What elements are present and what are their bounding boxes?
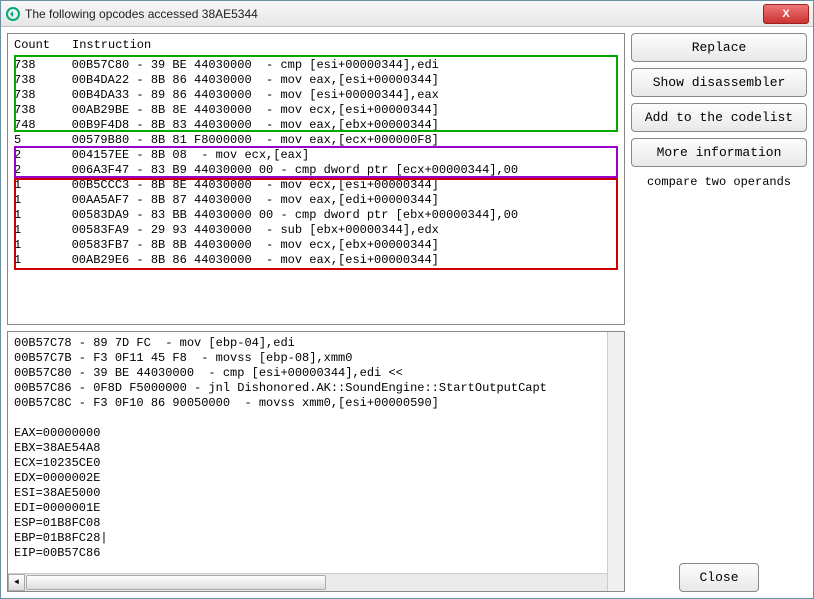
list-rows: 738 00B57C80 - 39 BE 44030000 - cmp [esi… — [8, 56, 624, 274]
table-row[interactable]: 738 00B4DA22 - 8B 86 44030000 - mov eax,… — [14, 73, 618, 88]
left-column: Count Instruction 738 00B57C80 - 39 BE 4… — [7, 33, 625, 592]
add-codelist-button[interactable]: Add to the codelist — [631, 103, 807, 132]
hint-text: compare two operands — [631, 173, 807, 191]
table-row[interactable]: 748 00B9F4D8 - 8B 83 44030000 - mov eax,… — [14, 118, 618, 133]
disassembly-pane: 00B57C78 - 89 7D FC - mov [ebp-04],edi 0… — [7, 331, 625, 592]
table-row[interactable]: 738 00B4DA33 - 89 86 44030000 - mov [esi… — [14, 88, 618, 103]
table-row[interactable]: 1 00583DA9 - 83 BB 44030000 00 - cmp dwo… — [14, 208, 618, 223]
show-disassembler-button[interactable]: Show disassembler — [631, 68, 807, 97]
table-row[interactable]: 1 00AA5AF7 - 8B 87 44030000 - mov eax,[e… — [14, 193, 618, 208]
app-icon — [5, 6, 21, 22]
vertical-scrollbar[interactable] — [607, 332, 624, 591]
right-column: Replace Show disassembler Add to the cod… — [631, 33, 807, 592]
window: The following opcodes accessed 38AE5344 … — [0, 0, 814, 599]
window-title: The following opcodes accessed 38AE5344 — [25, 7, 763, 21]
horizontal-scrollbar[interactable]: ◄ ► — [8, 573, 624, 591]
table-row[interactable]: 2 004157EE - 8B 08 - mov ecx,[eax] — [14, 148, 618, 163]
scroll-track[interactable] — [25, 574, 607, 591]
body: Count Instruction 738 00B57C80 - 39 BE 4… — [1, 27, 813, 598]
header-instruction: Instruction — [72, 38, 618, 52]
titlebar: The following opcodes accessed 38AE5344 … — [1, 1, 813, 27]
table-row[interactable]: 738 00AB29BE - 8B 8E 44030000 - mov ecx,… — [14, 103, 618, 118]
list-header: Count Instruction — [8, 34, 624, 56]
more-information-button[interactable]: More information — [631, 138, 807, 167]
scroll-thumb[interactable] — [26, 575, 326, 590]
header-count: Count — [14, 38, 72, 52]
spacer — [631, 197, 807, 557]
opcodes-list[interactable]: Count Instruction 738 00B57C80 - 39 BE 4… — [7, 33, 625, 325]
close-button[interactable]: Close — [679, 563, 759, 592]
table-row[interactable]: 1 00583FA9 - 29 93 44030000 - sub [ebx+0… — [14, 223, 618, 238]
window-close-button[interactable]: X — [763, 4, 809, 24]
table-row[interactable]: 2 006A3F47 - 83 B9 44030000 00 - cmp dwo… — [14, 163, 618, 178]
disassembly-text[interactable]: 00B57C78 - 89 7D FC - mov [ebp-04],edi 0… — [8, 332, 624, 573]
table-row[interactable]: 1 00583FB7 - 8B 8B 44030000 - mov ecx,[e… — [14, 238, 618, 253]
table-row[interactable]: 5 00579B80 - 8B 81 F8000000 - mov eax,[e… — [14, 133, 618, 148]
table-row[interactable]: 738 00B57C80 - 39 BE 44030000 - cmp [esi… — [14, 58, 618, 73]
close-icon: X — [782, 8, 789, 20]
table-row[interactable]: 1 00B5CCC3 - 8B 8E 44030000 - mov ecx,[e… — [14, 178, 618, 193]
scroll-left-arrow[interactable]: ◄ — [8, 574, 25, 591]
table-row[interactable]: 1 00AB29E6 - 8B 86 44030000 - mov eax,[e… — [14, 253, 618, 268]
replace-button[interactable]: Replace — [631, 33, 807, 62]
